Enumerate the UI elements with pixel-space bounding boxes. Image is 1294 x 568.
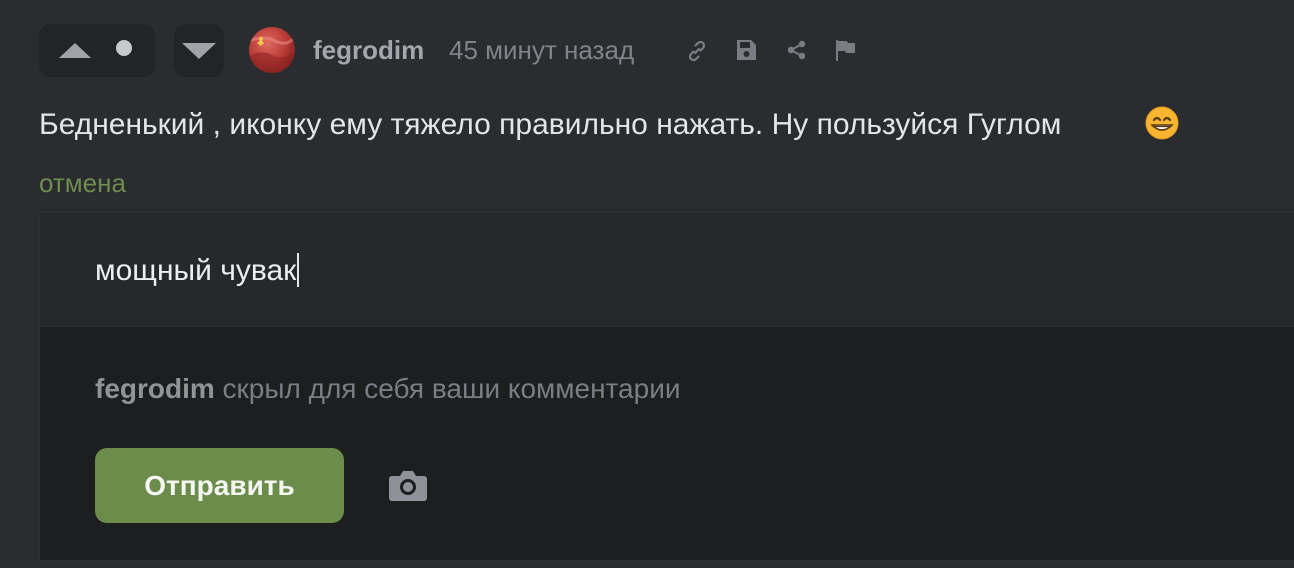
notice-text: скрыл для себя ваши комментарии (214, 373, 681, 404)
reply-input[interactable]: мощный чувак (40, 213, 1294, 327)
share-icon[interactable] (786, 39, 808, 61)
avatar[interactable] (249, 27, 295, 73)
downvote-icon (182, 43, 216, 59)
upvote-icon[interactable] (59, 43, 91, 58)
text-caret (297, 253, 300, 287)
rating-dot (116, 40, 132, 56)
reply-input-value[interactable]: мощный чувак (95, 254, 296, 287)
link-icon[interactable] (686, 40, 708, 62)
comment-author[interactable]: fegrodim (313, 33, 424, 67)
save-icon[interactable] (734, 38, 758, 62)
comment-time[interactable]: 45 минут назад (449, 33, 634, 67)
downvote-button[interactable] (174, 24, 224, 77)
notice-user[interactable]: fegrodim (95, 373, 215, 404)
send-button[interactable]: Отправить (95, 448, 344, 523)
camera-icon[interactable] (388, 467, 428, 503)
reply-form: мощный чувак fegrodim скрыл для себя ваш… (39, 212, 1294, 561)
upvote-group (39, 24, 155, 77)
grinning-face-emoji (1145, 106, 1179, 140)
comment-text: Бедненький , иконку ему тяжело правильно… (39, 108, 1062, 141)
cancel-link[interactable]: отмена (39, 167, 126, 199)
hidden-comments-notice: fegrodim скрыл для себя ваши комментарии (95, 371, 681, 407)
flag-icon[interactable] (833, 38, 857, 62)
